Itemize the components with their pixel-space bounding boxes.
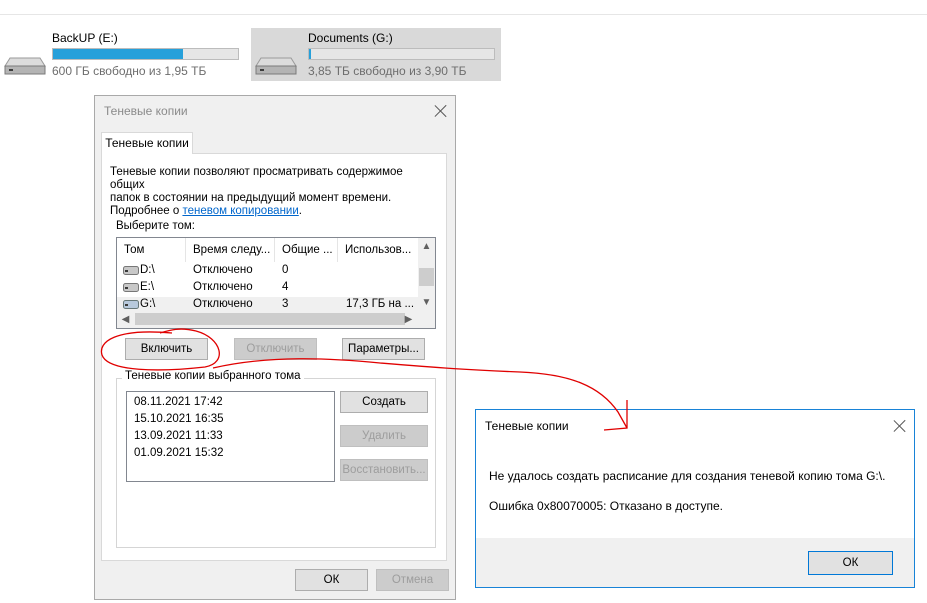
enable-button[interactable]: Включить: [125, 338, 208, 360]
next-run-time: Отключено: [193, 281, 253, 293]
column-header-next-run[interactable]: Время следу...: [186, 238, 275, 262]
shares-count: 3: [282, 298, 289, 310]
volume-name: G:\: [140, 298, 156, 310]
scroll-down-icon[interactable]: ▼: [418, 294, 435, 311]
drive-usage-fill: [53, 49, 183, 59]
description-suffix: .: [298, 205, 302, 217]
delete-button[interactable]: Удалить: [340, 425, 428, 447]
description-line: папок в состоянии на предыдущий момент в…: [110, 192, 392, 204]
drive-free-space: 3,85 ТБ свободно из 3,90 ТБ: [308, 64, 467, 78]
scroll-thumb[interactable]: [419, 268, 434, 286]
shadow-copies-dialog: Теневые копии Теневые копии Теневые копи…: [94, 95, 456, 600]
top-divider: [0, 14, 927, 15]
vertical-scrollbar[interactable]: ▲ ▼: [418, 238, 435, 311]
column-header-shares[interactable]: Общие ...: [275, 238, 338, 262]
scroll-thumb[interactable]: [135, 313, 405, 325]
scroll-left-icon[interactable]: ◀: [117, 311, 134, 328]
used-space: 17,3 ГБ на ...: [346, 298, 415, 310]
list-item[interactable]: 13.09.2021 11:33: [134, 430, 223, 442]
disable-button[interactable]: Отключить: [234, 338, 317, 360]
drive-icon: [123, 266, 139, 275]
dialog-footer: ОК: [476, 538, 914, 587]
cancel-button[interactable]: Отмена: [376, 569, 449, 591]
tab-shadow-copies[interactable]: Теневые копии: [101, 132, 193, 154]
horizontal-scrollbar[interactable]: ◀ ▶: [117, 311, 435, 328]
scroll-right-icon[interactable]: ▶: [400, 311, 417, 328]
column-header-volume[interactable]: Том: [117, 238, 186, 262]
volume-row[interactable]: D:\ Отключено 0: [117, 263, 419, 280]
drive-tile-documents[interactable]: Documents (G:) 3,85 ТБ свободно из 3,90 …: [251, 28, 501, 81]
error-code: Ошибка 0x80070005: Отказано в доступе.: [489, 499, 724, 513]
drive-usage-fill: [309, 49, 311, 59]
snapshot-list[interactable]: 08.11.2021 17:42 15.10.2021 16:35 13.09.…: [126, 391, 335, 482]
list-item[interactable]: 01.09.2021 15:32: [134, 447, 224, 459]
list-item[interactable]: 08.11.2021 17:42: [134, 396, 223, 408]
ok-button[interactable]: ОК: [808, 551, 893, 575]
column-header-used[interactable]: Использов...: [338, 238, 419, 262]
drive-usage-bar: [52, 48, 239, 60]
select-volume-label: Выберите том:: [116, 220, 195, 232]
settings-button[interactable]: Параметры...: [342, 338, 425, 360]
drive-icon: [123, 283, 139, 292]
next-run-time: Отключено: [193, 264, 253, 276]
drive-icon: [123, 300, 139, 309]
drive-tile-backup[interactable]: BackUP (E:) 600 ГБ свободно из 1,95 ТБ: [0, 28, 245, 81]
next-run-time: Отключено: [193, 298, 253, 310]
error-message: Не удалось создать расписание для создан…: [489, 469, 886, 483]
hard-drive-icon: [255, 57, 297, 75]
volume-list[interactable]: Том Время следу... Общие ... Использов..…: [116, 237, 436, 329]
hard-drive-icon: [4, 57, 46, 75]
scroll-up-icon[interactable]: ▲: [418, 238, 435, 255]
close-icon[interactable]: [434, 104, 448, 118]
ok-button[interactable]: ОК: [295, 569, 368, 591]
dialog-title: Теневые копии: [485, 419, 569, 433]
description-text: Теневые копии позволяют просматривать со…: [110, 166, 440, 218]
drive-name: Documents (G:): [308, 31, 393, 45]
shares-count: 0: [282, 264, 289, 276]
drive-name: BackUP (E:): [52, 31, 118, 45]
volume-row[interactable]: E:\ Отключено 4: [117, 280, 419, 297]
list-item[interactable]: 15.10.2021 16:35: [134, 413, 224, 425]
restore-button[interactable]: Восстановить...: [340, 459, 428, 481]
dialog-title: Теневые копии: [104, 104, 188, 118]
drive-free-space: 600 ГБ свободно из 1,95 ТБ: [52, 64, 207, 78]
learn-more-link[interactable]: теневом копировании: [182, 205, 298, 217]
drive-usage-bar: [308, 48, 495, 60]
volume-name: D:\: [140, 264, 155, 276]
shares-count: 4: [282, 281, 289, 293]
create-button[interactable]: Создать: [340, 391, 428, 413]
close-icon[interactable]: [893, 419, 907, 433]
description-line: Подробнее о теневом копировании.: [110, 205, 440, 218]
description-prefix: Подробнее о: [110, 205, 183, 217]
description-line: Теневые копии позволяют просматривать со…: [110, 166, 403, 191]
error-dialog: Теневые копии Не удалось создать расписа…: [475, 409, 915, 588]
group-label: Теневые копии выбранного тома: [122, 370, 304, 382]
volume-name: E:\: [140, 281, 155, 293]
